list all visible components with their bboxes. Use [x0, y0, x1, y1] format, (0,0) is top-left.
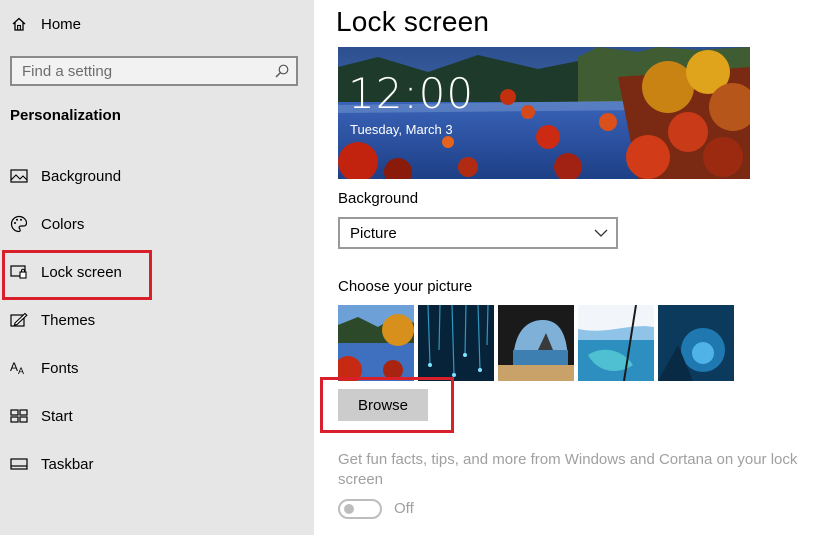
fonts-icon: AA	[10, 359, 28, 377]
taskbar-icon	[10, 455, 28, 473]
background-dropdown[interactable]: Picture	[338, 217, 618, 249]
background-dropdown-value: Picture	[350, 224, 397, 242]
sidebar-item-fonts[interactable]: AA Fonts	[0, 344, 314, 392]
start-icon	[10, 407, 28, 425]
page-title: Lock screen	[336, 6, 490, 37]
main-panel: Lock screen 12:00 Tuesday, March 3 Backg…	[314, 0, 827, 535]
lock-screen-preview: 12:00 Tuesday, March 3	[338, 47, 750, 179]
browse-button[interactable]: Browse	[338, 389, 428, 421]
themes-icon	[10, 311, 28, 329]
thumbnail-sea-cave-beach[interactable]	[498, 305, 574, 381]
search-input[interactable]	[12, 58, 252, 84]
sidebar-item-label: Background	[41, 167, 122, 185]
thumbnail-lake-autumn[interactable]	[338, 305, 414, 381]
picture-thumbnails	[338, 305, 734, 381]
chevron-down-icon	[594, 226, 608, 240]
toggle-knob	[344, 504, 354, 514]
svg-text:A: A	[10, 360, 18, 374]
search-icon[interactable]	[274, 63, 290, 79]
home-link[interactable]: Home	[10, 12, 81, 36]
sidebar-item-label: Themes	[41, 311, 96, 329]
sidebar-item-label: Start	[41, 407, 73, 425]
fun-facts-toggle[interactable]	[338, 499, 382, 519]
sidebar-item-colors[interactable]: Colors	[0, 200, 314, 248]
sidebar-item-label: Colors	[41, 215, 85, 233]
home-label: Home	[41, 15, 82, 33]
section-title: Personalization	[10, 107, 121, 124]
lock-screen-icon	[10, 263, 28, 281]
toggle-state-label: Off	[394, 500, 414, 517]
sidebar-item-start[interactable]: Start	[0, 392, 314, 440]
palette-icon	[10, 215, 28, 233]
preview-date: Tuesday, March 3	[350, 122, 453, 137]
sidebar-item-themes[interactable]: Themes	[0, 296, 314, 344]
background-label: Background	[338, 190, 419, 207]
sidebar-item-label: Fonts	[41, 359, 79, 377]
choose-picture-label: Choose your picture	[338, 278, 473, 295]
preview-time: 12:00	[348, 69, 475, 118]
home-icon	[10, 15, 28, 33]
thumbnail-cliff-ocean[interactable]	[578, 305, 654, 381]
thumbnail-glowworm-cave[interactable]	[418, 305, 494, 381]
svg-text:A: A	[18, 366, 24, 376]
sidebar-item-label: Lock screen	[41, 263, 122, 281]
sidebar-item-taskbar[interactable]: Taskbar	[0, 440, 314, 488]
sidebar-item-label: Taskbar	[41, 455, 94, 473]
thumbnail-ice-cave[interactable]	[658, 305, 734, 381]
search-box[interactable]	[10, 56, 298, 86]
sidebar-item-lock-screen[interactable]: Lock screen	[0, 248, 314, 300]
sidebar: Home Personalization Background Colors L…	[0, 0, 314, 535]
fun-facts-text: Get fun facts, tips, and more from Windo…	[338, 451, 798, 488]
sidebar-item-background[interactable]: Background	[0, 152, 314, 200]
picture-icon	[10, 167, 28, 185]
